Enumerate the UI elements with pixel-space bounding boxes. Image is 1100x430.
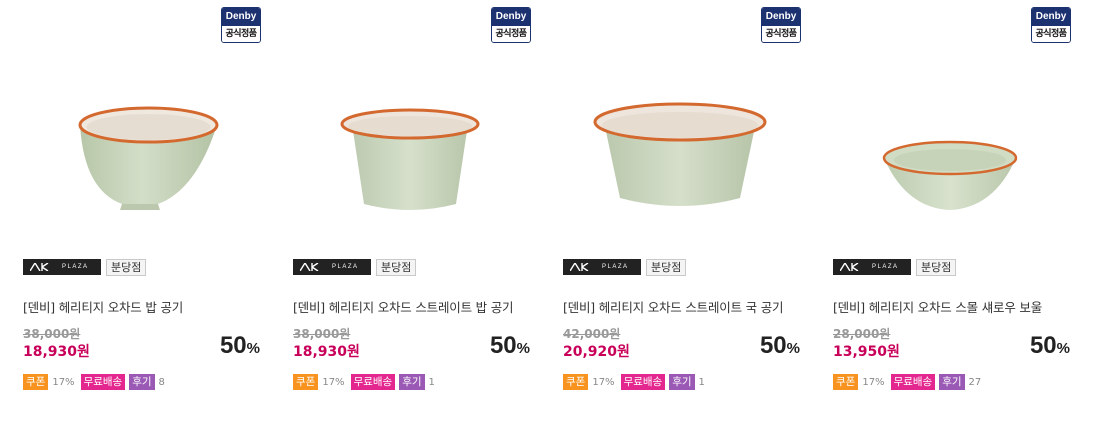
coupon-tag: 쿠폰	[833, 374, 859, 390]
free-shipping-tag: 무료배송	[350, 374, 396, 390]
store-branch-label: 분당점	[106, 258, 147, 276]
official-product-label: 공식정품	[1032, 26, 1070, 42]
ak-plaza-logo: PLAZA	[833, 259, 911, 275]
ak-plaza-logo: PLAZA	[293, 259, 371, 275]
product-image-straight-soup-bowl[interactable]	[580, 80, 780, 230]
product-image-shallow-bowl[interactable]	[850, 80, 1050, 230]
denby-brand-label: Denby	[762, 8, 800, 26]
review-count: 8	[158, 376, 165, 388]
review-tag: 후기	[669, 374, 695, 390]
coupon-tag: 쿠폰	[293, 374, 319, 390]
original-price: 42,000원	[563, 327, 621, 341]
free-shipping-tag: 무료배송	[80, 374, 126, 390]
coupon-value: 17%	[592, 376, 615, 388]
product-name[interactable]: [덴비] 헤리티지 오차드 스몰 섀로우 보울	[833, 297, 1078, 316]
denby-brand-label: Denby	[222, 8, 260, 26]
product-name[interactable]: [덴비] 헤리티지 오차드 밥 공기	[23, 297, 268, 316]
ak-plaza-logo: PLAZA	[563, 259, 641, 275]
store-row: PLAZA 분당점	[563, 258, 687, 276]
review-count: 27	[968, 376, 982, 388]
review-count: 1	[428, 376, 435, 388]
sale-price: 13,950원	[833, 344, 900, 360]
tag-row: 쿠폰 17% 무료배송 후기 27	[833, 374, 987, 390]
free-shipping-tag: 무료배송	[890, 374, 936, 390]
official-product-badge: Denby 공식정품	[1031, 7, 1071, 43]
original-price: 38,000원	[293, 327, 351, 341]
tag-row: 쿠폰 17% 무료배송 후기 1	[293, 374, 441, 390]
product-name[interactable]: [덴비] 헤리티지 오차드 스트레이트 국 공기	[563, 297, 808, 316]
sale-price: 18,930원	[293, 344, 360, 360]
free-shipping-tag: 무료배송	[620, 374, 666, 390]
discount-rate: 50%	[759, 332, 800, 359]
sale-price: 18,930원	[23, 344, 90, 360]
product-card[interactable]: Denby 공식정품 PLAZA 분당점 [덴비] 헤리티지 오차드 스몰 섀로…	[810, 0, 1080, 430]
official-product-badge: Denby 공식정품	[221, 7, 261, 43]
product-card[interactable]: Denby 공식정품 PLAZA 분당점 [덴비] 헤리티지 오차드 스트레이트…	[270, 0, 540, 430]
coupon-value: 17%	[52, 376, 75, 388]
denby-brand-label: Denby	[492, 8, 530, 26]
ak-plaza-logo: PLAZA	[23, 259, 101, 275]
coupon-tag: 쿠폰	[23, 374, 49, 390]
discount-rate: 50%	[1029, 332, 1070, 359]
store-branch-label: 분당점	[916, 258, 957, 276]
product-image-rice-bowl[interactable]	[40, 80, 240, 230]
sale-price: 20,920원	[563, 344, 630, 360]
review-tag: 후기	[129, 374, 155, 390]
store-row: PLAZA 분당점	[833, 258, 957, 276]
product-card[interactable]: Denby 공식정품 PLAZA 분당점 [덴비] 헤리티지 오차드 밥 공기 …	[0, 0, 270, 430]
review-tag: 후기	[399, 374, 425, 390]
store-branch-label: 분당점	[376, 258, 417, 276]
product-card[interactable]: Denby 공식정품 PLAZA 분당점 [덴비] 헤리티지 오차드 스트레이트…	[540, 0, 810, 430]
store-row: PLAZA 분당점	[293, 258, 417, 276]
official-product-badge: Denby 공식정품	[761, 7, 801, 43]
official-product-label: 공식정품	[492, 26, 530, 42]
product-grid: Denby 공식정품 PLAZA 분당점 [덴비] 헤리티지 오차드 밥 공기 …	[0, 0, 1100, 430]
coupon-value: 17%	[862, 376, 885, 388]
tag-row: 쿠폰 17% 무료배송 후기 1	[563, 374, 711, 390]
official-product-label: 공식정품	[762, 26, 800, 42]
store-branch-label: 분당점	[646, 258, 687, 276]
review-tag: 후기	[939, 374, 965, 390]
product-name[interactable]: [덴비] 헤리티지 오차드 스트레이트 밥 공기	[293, 297, 538, 316]
product-image-straight-rice-bowl[interactable]	[310, 80, 510, 230]
coupon-value: 17%	[322, 376, 345, 388]
official-product-label: 공식정품	[222, 26, 260, 42]
review-count: 1	[698, 376, 705, 388]
official-product-badge: Denby 공식정품	[491, 7, 531, 43]
discount-rate: 50%	[219, 332, 260, 359]
original-price: 28,000원	[833, 327, 891, 341]
store-row: PLAZA 분당점	[23, 258, 147, 276]
original-price: 38,000원	[23, 327, 81, 341]
discount-rate: 50%	[489, 332, 530, 359]
denby-brand-label: Denby	[1032, 8, 1070, 26]
coupon-tag: 쿠폰	[563, 374, 589, 390]
tag-row: 쿠폰 17% 무료배송 후기 8	[23, 374, 171, 390]
